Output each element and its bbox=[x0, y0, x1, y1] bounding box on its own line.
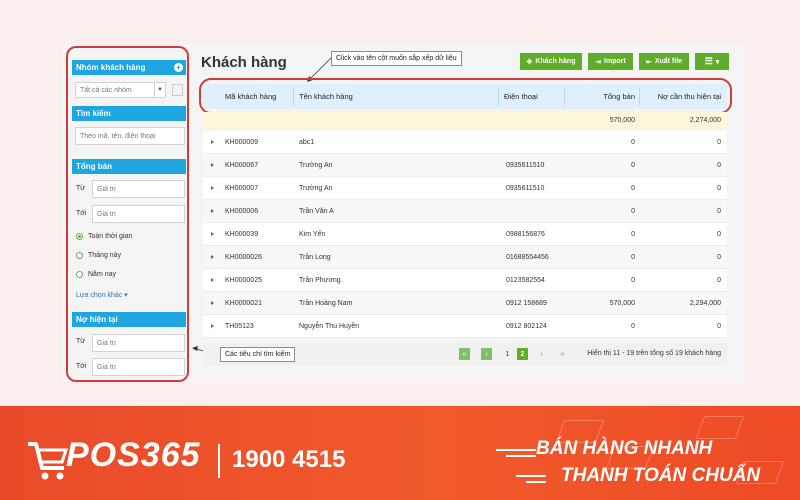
cell-code: KH000007 bbox=[225, 185, 259, 192]
table-row[interactable]: KH000009 abc1 0 0 bbox=[203, 131, 727, 154]
table-header: Mã khách hàng Tên khách hàng Điện thoại … bbox=[203, 84, 727, 109]
column-separator bbox=[564, 88, 565, 105]
cell-debt: 0 bbox=[717, 139, 721, 146]
expand-icon[interactable] bbox=[211, 232, 214, 236]
cell-sales: 570,000 bbox=[609, 300, 635, 307]
first-page-button[interactable]: « bbox=[459, 348, 470, 360]
cell-phone: 0123582554 bbox=[506, 277, 545, 284]
cell-sales: 0 bbox=[631, 254, 635, 261]
cell-name: Trường An bbox=[299, 185, 333, 192]
table-row[interactable]: KH0000025 Trần Phương 0123582554 0 0 bbox=[203, 269, 727, 292]
totals-row: 570,000 2,274,000 bbox=[203, 112, 727, 130]
cell-sales: 0 bbox=[631, 208, 635, 215]
cell-code: KH000009 bbox=[225, 139, 259, 146]
cell-code: KH000067 bbox=[225, 162, 259, 169]
cell-code: KH000006 bbox=[225, 208, 259, 215]
expand-icon[interactable] bbox=[211, 255, 214, 259]
total-sales-value: 570,000 bbox=[609, 117, 635, 124]
cell-code: KH0000026 bbox=[225, 254, 262, 261]
expand-icon[interactable] bbox=[211, 301, 214, 305]
cell-code: KH0000021 bbox=[225, 300, 262, 307]
column-total-sales[interactable]: Tổng bán bbox=[603, 84, 635, 109]
column-separator bbox=[498, 88, 499, 105]
cell-sales: 0 bbox=[631, 231, 635, 238]
cell-debt: 0 bbox=[717, 254, 721, 261]
cell-sales: 0 bbox=[631, 162, 635, 169]
cell-debt: 0 bbox=[717, 323, 721, 330]
table-row[interactable]: KH000006 Trần Văn A 0 0 bbox=[203, 200, 727, 223]
last-page-button[interactable]: » bbox=[557, 348, 568, 360]
expand-icon[interactable] bbox=[211, 324, 214, 328]
cell-phone: 0912 802124 bbox=[506, 323, 547, 330]
table-row[interactable]: KH000067 Trường An 0935611510 0 0 bbox=[203, 154, 727, 177]
table-row[interactable]: KH000007 Trường An 0935611510 0 0 bbox=[203, 177, 727, 200]
cart-icon bbox=[28, 442, 69, 480]
expand-icon[interactable] bbox=[211, 278, 214, 282]
cell-name: Trần Văn A bbox=[299, 208, 334, 215]
column-phone[interactable]: Điện thoại bbox=[504, 84, 538, 109]
column-separator bbox=[639, 88, 640, 105]
cell-debt: 2,294,000 bbox=[689, 300, 721, 307]
filter-hint-callout: Các tiêu chí tìm kiếm bbox=[220, 347, 296, 362]
prev-page-button[interactable]: ‹ bbox=[481, 348, 492, 360]
cell-code: KH000039 bbox=[225, 231, 259, 238]
cell-name: Trần Long bbox=[299, 254, 331, 261]
column-customer-name[interactable]: Tên khách hàng bbox=[299, 84, 353, 109]
cell-name: Trường An bbox=[299, 162, 333, 169]
table-row[interactable]: KH000039 Kim Yến 0988156876 0 0 bbox=[203, 223, 727, 246]
cell-name: Kim Yến bbox=[299, 231, 326, 238]
cell-phone: 0912 158689 bbox=[506, 300, 547, 307]
cell-name: abc1 bbox=[299, 139, 315, 146]
cell-phone: 0988156876 bbox=[506, 231, 545, 238]
cell-debt: 0 bbox=[717, 208, 721, 215]
page-1-button[interactable]: 1 bbox=[502, 348, 513, 360]
table-row[interactable]: TH05123 Nguyễn Thu Huyền 0912 802124 0 0 bbox=[203, 315, 727, 338]
cell-name: Nguyễn Thu Huyền bbox=[299, 323, 360, 330]
expand-icon[interactable] bbox=[211, 163, 214, 167]
decor-shape bbox=[695, 416, 745, 439]
total-debt-value: 2,274,000 bbox=[689, 117, 721, 124]
cell-phone: 0935611510 bbox=[506, 162, 545, 169]
slogan-line-1: BÁN HÀNG NHANH bbox=[536, 438, 713, 459]
cell-debt: 0 bbox=[717, 162, 721, 169]
cell-phone: 0935611510 bbox=[506, 185, 545, 192]
expand-icon[interactable] bbox=[211, 186, 214, 190]
cell-name: Trần Phương bbox=[299, 277, 341, 284]
cell-sales: 0 bbox=[631, 139, 635, 146]
cell-code: KH0000025 bbox=[225, 277, 262, 284]
cell-sales: 0 bbox=[631, 323, 635, 330]
expand-icon[interactable] bbox=[211, 140, 214, 144]
cell-name: Trần Hoàng Nam bbox=[299, 300, 353, 307]
banner-divider bbox=[218, 444, 220, 478]
cell-debt: 0 bbox=[717, 277, 721, 284]
expand-icon[interactable] bbox=[211, 209, 214, 213]
page-2-button[interactable]: 2 bbox=[517, 348, 528, 360]
table-row[interactable]: KH0000026 Trần Long 01688554456 0 0 bbox=[203, 246, 727, 269]
cell-sales: 0 bbox=[631, 185, 635, 192]
column-current-debt[interactable]: Nợ cần thu hiện tại bbox=[658, 84, 721, 109]
next-page-button[interactable]: › bbox=[536, 348, 547, 360]
cell-sales: 0 bbox=[631, 277, 635, 284]
table-row[interactable]: KH0000021 Trần Hoàng Nam 0912 158689 570… bbox=[203, 292, 727, 315]
column-customer-code[interactable]: Mã khách hàng bbox=[225, 84, 276, 109]
slogan-line-2: THANH TOÁN CHUẨN bbox=[561, 465, 761, 486]
pos365-logo: POS365 bbox=[66, 436, 201, 474]
cell-debt: 0 bbox=[717, 231, 721, 238]
pagination-summary: Hiển thị 11 - 19 trên tổng số 19 khách h… bbox=[587, 350, 721, 357]
cell-code: TH05123 bbox=[225, 323, 254, 330]
cell-debt: 0 bbox=[717, 185, 721, 192]
hotline-number: 1900 4515 bbox=[232, 446, 346, 473]
cell-phone: 01688554456 bbox=[506, 254, 549, 261]
column-separator bbox=[293, 88, 294, 105]
